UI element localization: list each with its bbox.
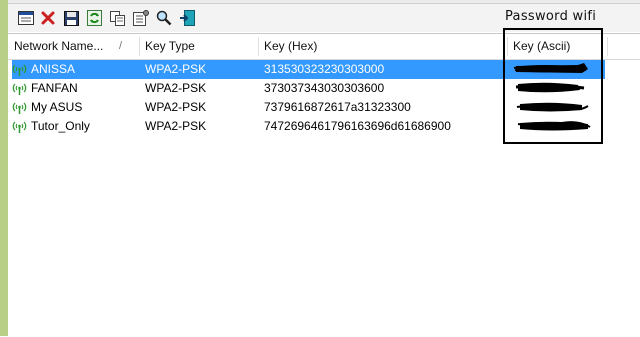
- sort-indicator: /: [119, 40, 123, 52]
- wifi-network-icon: [12, 102, 27, 114]
- key-type: WPA2-PSK: [145, 100, 207, 114]
- copy-icon[interactable]: [109, 9, 127, 27]
- key-hex: 7379616872617a31323300: [264, 100, 411, 114]
- key-type: WPA2-PSK: [145, 62, 207, 76]
- refresh-icon[interactable]: [85, 9, 103, 27]
- network-name: Tutor_Only: [31, 119, 90, 133]
- properties-icon[interactable]: [132, 9, 150, 27]
- save-icon[interactable]: [62, 9, 80, 27]
- key-type: WPA2-PSK: [145, 119, 207, 133]
- column-header-key-hex[interactable]: Key (Hex): [258, 34, 507, 59]
- key-hex: 7472696461796163696d61686900: [264, 119, 451, 133]
- key-hex: 313530323230303000: [264, 62, 385, 76]
- column-header-key-type[interactable]: Key Type: [139, 34, 258, 59]
- wifi-network-icon: [12, 121, 27, 133]
- delete-icon[interactable]: [39, 9, 57, 27]
- network-name: ANISSA: [31, 62, 76, 76]
- html-report-icon[interactable]: [17, 9, 35, 27]
- key-type: WPA2-PSK: [145, 81, 207, 95]
- exit-icon[interactable]: [178, 9, 196, 27]
- network-name: FANFAN: [31, 81, 78, 95]
- key-hex: 373037343030303600: [264, 81, 385, 95]
- password-annotation-box: [503, 28, 603, 144]
- column-separator[interactable]: [607, 37, 608, 56]
- wifi-network-icon: [12, 83, 27, 95]
- window-frame-left: [0, 0, 8, 336]
- network-name: My ASUS: [31, 100, 83, 114]
- find-icon[interactable]: [155, 9, 173, 27]
- wifi-network-icon: [12, 64, 27, 76]
- password-wifi-annotation: Password wifi: [505, 9, 597, 24]
